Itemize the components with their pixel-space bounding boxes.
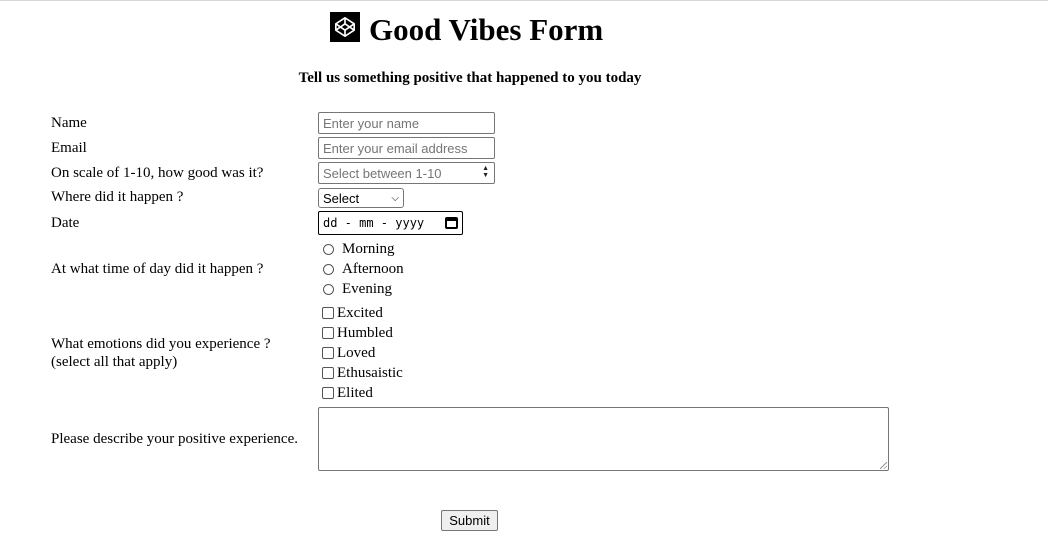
radio-label: Morning (342, 240, 395, 257)
checkbox-label: Loved (337, 344, 376, 361)
radio-morning[interactable]: Morning (323, 239, 395, 259)
radio-button[interactable] (323, 263, 334, 275)
radio-afternoon[interactable]: Afternoon (323, 259, 404, 279)
submit-button[interactable]: Submit (441, 510, 498, 531)
location-select[interactable]: Select ⌵ (318, 188, 404, 208)
radio-button[interactable] (323, 283, 334, 295)
checkbox[interactable] (322, 327, 334, 339)
email-input[interactable]: Enter your email address (318, 137, 495, 159)
name-input[interactable]: Enter your name (318, 112, 495, 134)
checkbox-loved[interactable]: Loved (322, 343, 375, 363)
description-textarea[interactable] (318, 407, 889, 471)
description-label: Please describe your positive experience… (51, 431, 298, 447)
checkbox-label: Humbled (337, 324, 393, 341)
codepen-logo-icon (330, 12, 360, 42)
radio-label: Afternoon (342, 260, 404, 277)
resize-handle-icon[interactable] (880, 462, 887, 469)
date-placeholder: dd - mm - yyyy (323, 216, 425, 230)
page-subtitle: Tell us something positive that happened… (298, 70, 642, 86)
top-border (0, 0, 1048, 1)
checkbox-label: Elited (337, 384, 373, 401)
checkbox[interactable] (322, 387, 334, 399)
scale-number-input[interactable]: Select between 1-10 ▲ ▼ (318, 162, 495, 184)
checkbox-label: Ethusaistic (337, 364, 403, 381)
date-input[interactable]: dd - mm - yyyy (318, 211, 463, 235)
radio-label: Evening (342, 280, 392, 297)
scale-placeholder: Select between 1-10 (323, 165, 442, 181)
time-of-day-label: At what time of day did it happen ? (51, 261, 264, 277)
scale-label: On scale of 1-10, how good was it? (51, 165, 264, 181)
spinner-arrows-icon[interactable]: ▲ ▼ (482, 165, 489, 179)
name-label: Name (51, 115, 87, 131)
checkbox[interactable] (322, 347, 334, 359)
chevron-down-icon: ⌵ (391, 192, 399, 204)
checkbox-label: Excited (337, 304, 383, 321)
form-header: Good Vibes Form (330, 10, 604, 47)
checkbox-excited[interactable]: Excited (322, 303, 383, 323)
checkbox[interactable] (322, 307, 334, 319)
page-title: Good Vibes Form (369, 12, 604, 47)
email-label: Email (51, 140, 87, 156)
checkbox-ethusaistic[interactable]: Ethusaistic (322, 363, 403, 383)
emotions-hint: (select all that apply) (51, 354, 178, 370)
checkbox[interactable] (322, 367, 334, 379)
radio-button[interactable] (323, 243, 334, 255)
radio-evening[interactable]: Evening (323, 279, 392, 299)
calendar-icon[interactable] (445, 217, 458, 229)
checkbox-elited[interactable]: Elited (322, 383, 373, 403)
emotions-label: What emotions did you experience ? (51, 336, 271, 352)
location-selected-value: Select (323, 190, 360, 206)
date-label: Date (51, 215, 80, 231)
checkbox-humbled[interactable]: Humbled (322, 323, 393, 343)
location-label: Where did it happen ? (51, 189, 184, 205)
